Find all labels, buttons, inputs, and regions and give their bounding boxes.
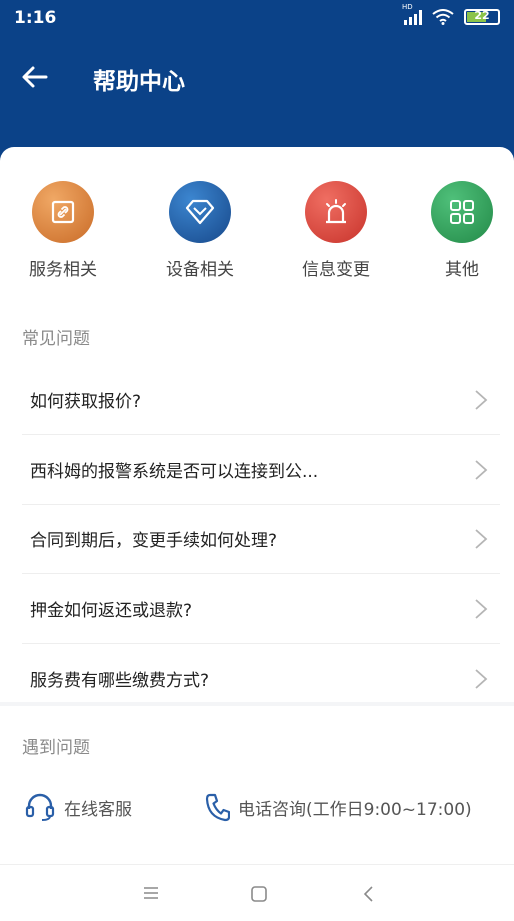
wifi-icon xyxy=(432,9,454,25)
category-device[interactable]: 设备相关 xyxy=(145,181,255,280)
faq-item[interactable]: 合同到期后，变更手续如何处理? xyxy=(22,504,500,574)
contact-panel: 遇到问题 在线客服 电话咨询(工作日9:00~17:00) xyxy=(0,706,514,864)
faq-question: 合同到期后，变更手续如何处理? xyxy=(30,531,278,551)
online-service-label: 在线客服 xyxy=(64,799,132,820)
status-time: 1:16 xyxy=(14,8,57,28)
chevron-right-icon xyxy=(475,529,488,549)
category-other[interactable]: 其他 xyxy=(407,181,514,280)
category-grid: 服务相关 设备相关 信息变更 其他 xyxy=(0,181,514,281)
help-card: 服务相关 设备相关 信息变更 其他 常见问题 如何获取报价? 西科姆的报警系统是… xyxy=(0,147,514,702)
category-label: 其他 xyxy=(445,260,479,280)
chevron-right-icon xyxy=(475,599,488,619)
faq-question: 服务费有哪些缴费方式? xyxy=(30,671,210,691)
category-label: 信息变更 xyxy=(302,260,370,280)
grid-icon xyxy=(431,181,493,243)
category-label: 设备相关 xyxy=(166,260,234,280)
phone-icon xyxy=(205,793,230,822)
phone-consult-label: 电话咨询(工作日9:00~17:00) xyxy=(238,799,472,820)
online-service-button[interactable]: 在线客服 xyxy=(24,792,132,822)
chevron-right-icon xyxy=(475,669,488,689)
faq-question: 押金如何返还或退款? xyxy=(30,601,193,621)
category-label: 服务相关 xyxy=(29,260,97,280)
faq-question: 西科姆的报警系统是否可以连接到公... xyxy=(30,462,319,482)
contact-section-title: 遇到问题 xyxy=(22,738,90,758)
chevron-right-icon xyxy=(475,460,488,480)
headset-icon xyxy=(25,793,55,821)
chevron-right-icon xyxy=(475,390,488,410)
faq-section-title: 常见问题 xyxy=(22,329,90,349)
back-arrow-icon[interactable] xyxy=(20,62,50,92)
category-service[interactable]: 服务相关 xyxy=(8,181,118,280)
link-icon xyxy=(32,181,94,243)
phone-consult-button[interactable]: 电话咨询(工作日9:00~17:00) xyxy=(204,792,472,822)
faq-item[interactable]: 服务费有哪些缴费方式? xyxy=(22,644,500,714)
category-info-change[interactable]: 信息变更 xyxy=(281,181,391,280)
faq-question: 如何获取报价? xyxy=(30,392,142,412)
status-icons: HD 22 xyxy=(402,3,500,25)
signal-icon: HD xyxy=(402,3,422,25)
faq-item[interactable]: 押金如何返还或退款? xyxy=(22,574,500,644)
alarm-light-icon xyxy=(305,181,367,243)
faq-item[interactable]: 西科姆的报警系统是否可以连接到公... xyxy=(22,435,500,505)
menu-icon[interactable] xyxy=(142,885,160,901)
page-title: 帮助中心 xyxy=(93,69,185,95)
status-bar: 1:16 HD 22 xyxy=(0,0,514,40)
system-nav-bar xyxy=(0,864,514,921)
diamond-icon xyxy=(169,181,231,243)
back-icon[interactable] xyxy=(362,885,376,903)
battery-icon: 22 xyxy=(464,9,500,25)
faq-item[interactable]: 如何获取报价? xyxy=(22,365,500,435)
home-icon[interactable] xyxy=(250,885,268,903)
